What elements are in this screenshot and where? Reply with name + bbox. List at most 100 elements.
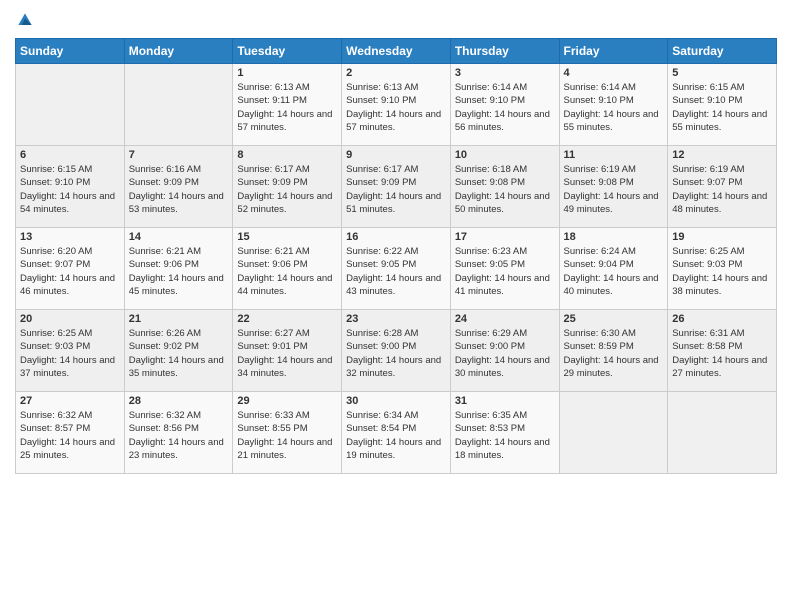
day-info: Sunrise: 6:25 AM Sunset: 9:03 PM Dayligh… [20, 327, 120, 380]
day-number: 12 [672, 149, 772, 161]
day-info: Sunrise: 6:15 AM Sunset: 9:10 PM Dayligh… [20, 163, 120, 216]
day-info: Sunrise: 6:16 AM Sunset: 9:09 PM Dayligh… [129, 163, 229, 216]
day-info: Sunrise: 6:18 AM Sunset: 9:08 PM Dayligh… [455, 163, 555, 216]
weekday-header-monday: Monday [124, 39, 233, 64]
day-number: 24 [455, 313, 555, 325]
day-info: Sunrise: 6:17 AM Sunset: 9:09 PM Dayligh… [346, 163, 446, 216]
calendar-cell: 31Sunrise: 6:35 AM Sunset: 8:53 PM Dayli… [450, 392, 559, 474]
calendar-cell: 24Sunrise: 6:29 AM Sunset: 9:00 PM Dayli… [450, 310, 559, 392]
calendar-cell: 21 Sunrise: 6:26 AM Sunset: 9:02 PM Dayli… [124, 310, 233, 392]
day-number: 7 [129, 149, 229, 161]
day-info: Sunrise: 6:24 AM Sunset: 9:04 PM Dayligh… [564, 245, 664, 298]
weekday-header-row: SundayMondayTuesdayWednesdayThursdayFrid… [16, 39, 777, 64]
day-info: Sunrise: 6:35 AM Sunset: 8:53 PM Dayligh… [455, 409, 555, 462]
day-info: Sunrise: 6:13 AM Sunset: 9:11 PM Dayligh… [237, 81, 337, 134]
calendar-cell: 13 Sunrise: 6:20 AM Sunset: 9:07 PM Dayli… [16, 228, 125, 310]
day-info: Sunrise: 6:19 AM Sunset: 9:08 PM Dayligh… [564, 163, 664, 216]
day-info: Sunrise: 6:17 AM Sunset: 9:09 PM Dayligh… [237, 163, 337, 216]
day-number: 27 [20, 395, 120, 407]
day-number: 21 [129, 313, 229, 325]
calendar-week-row: 27 Sunrise: 6:32 AM Sunset: 8:57 PM Dayli… [16, 392, 777, 474]
day-info: Sunrise: 6:20 AM Sunset: 9:07 PM Dayligh… [20, 245, 120, 298]
calendar-cell: 17Sunrise: 6:23 AM Sunset: 9:05 PM Dayli… [450, 228, 559, 310]
calendar-table: SundayMondayTuesdayWednesdayThursdayFrid… [15, 38, 777, 474]
weekday-header-friday: Friday [559, 39, 668, 64]
calendar-cell [124, 64, 233, 146]
day-info: Sunrise: 6:32 AM Sunset: 8:56 PM Dayligh… [129, 409, 229, 462]
calendar-cell: 2 Sunrise: 6:13 AM Sunset: 9:10 PM Daylig… [342, 64, 451, 146]
weekday-header-thursday: Thursday [450, 39, 559, 64]
day-number: 18 [564, 231, 664, 243]
calendar-body: 1 Sunrise: 6:13 AM Sunset: 9:11 PM Daylig… [16, 64, 777, 474]
calendar-header: SundayMondayTuesdayWednesdayThursdayFrid… [16, 39, 777, 64]
calendar-cell: 5 Sunrise: 6:15 AM Sunset: 9:10 PM Daylig… [668, 64, 777, 146]
day-number: 6 [20, 149, 120, 161]
calendar-cell: 23Sunrise: 6:28 AM Sunset: 9:00 PM Dayli… [342, 310, 451, 392]
header [15, 10, 777, 30]
day-number: 3 [455, 67, 555, 79]
calendar-week-row: 13 Sunrise: 6:20 AM Sunset: 9:07 PM Dayli… [16, 228, 777, 310]
calendar-cell: 14Sunrise: 6:21 AM Sunset: 9:06 PM Dayli… [124, 228, 233, 310]
day-number: 22 [237, 313, 337, 325]
day-info: Sunrise: 6:33 AM Sunset: 8:55 PM Dayligh… [237, 409, 337, 462]
calendar-cell: 6 Sunrise: 6:15 AM Sunset: 9:10 PM Daylig… [16, 146, 125, 228]
logo-icon [15, 10, 35, 30]
weekday-header-sunday: Sunday [16, 39, 125, 64]
day-number: 13 [20, 231, 120, 243]
day-info: Sunrise: 6:30 AM Sunset: 8:59 PM Dayligh… [564, 327, 664, 380]
day-number: 20 [20, 313, 120, 325]
day-info: Sunrise: 6:13 AM Sunset: 9:10 PM Dayligh… [346, 81, 446, 134]
calendar-cell: 20 Sunrise: 6:25 AM Sunset: 9:03 PM Dayli… [16, 310, 125, 392]
day-info: Sunrise: 6:25 AM Sunset: 9:03 PM Dayligh… [672, 245, 772, 298]
day-number: 17 [455, 231, 555, 243]
day-number: 26 [672, 313, 772, 325]
calendar-cell: 18 Sunrise: 6:24 AM Sunset: 9:04 PM Dayli… [559, 228, 668, 310]
day-number: 15 [237, 231, 337, 243]
day-info: Sunrise: 6:19 AM Sunset: 9:07 PM Dayligh… [672, 163, 772, 216]
day-info: Sunrise: 6:22 AM Sunset: 9:05 PM Dayligh… [346, 245, 446, 298]
day-info: Sunrise: 6:14 AM Sunset: 9:10 PM Dayligh… [564, 81, 664, 134]
day-number: 1 [237, 67, 337, 79]
calendar-cell: 11 Sunrise: 6:19 AM Sunset: 9:08 PM Dayli… [559, 146, 668, 228]
calendar-week-row: 20 Sunrise: 6:25 AM Sunset: 9:03 PM Dayli… [16, 310, 777, 392]
day-info: Sunrise: 6:14 AM Sunset: 9:10 PM Dayligh… [455, 81, 555, 134]
calendar-cell: 3 Sunrise: 6:14 AM Sunset: 9:10 PM Daylig… [450, 64, 559, 146]
calendar-cell: 15 Sunrise: 6:21 AM Sunset: 9:06 PM Dayli… [233, 228, 342, 310]
day-number: 2 [346, 67, 446, 79]
day-number: 28 [129, 395, 229, 407]
day-info: Sunrise: 6:32 AM Sunset: 8:57 PM Dayligh… [20, 409, 120, 462]
calendar-cell: 29Sunrise: 6:33 AM Sunset: 8:55 PM Dayli… [233, 392, 342, 474]
calendar-cell: 1 Sunrise: 6:13 AM Sunset: 9:11 PM Daylig… [233, 64, 342, 146]
day-number: 11 [564, 149, 664, 161]
calendar-cell: 26 Sunrise: 6:31 AM Sunset: 8:58 PM Dayli… [668, 310, 777, 392]
day-number: 4 [564, 67, 664, 79]
day-info: Sunrise: 6:15 AM Sunset: 9:10 PM Dayligh… [672, 81, 772, 134]
calendar-cell: 28 Sunrise: 6:32 AM Sunset: 8:56 PM Dayli… [124, 392, 233, 474]
calendar-cell: 22 Sunrise: 6:27 AM Sunset: 9:01 PM Dayli… [233, 310, 342, 392]
day-info: Sunrise: 6:21 AM Sunset: 9:06 PM Dayligh… [237, 245, 337, 298]
calendar-cell: 19Sunrise: 6:25 AM Sunset: 9:03 PM Dayli… [668, 228, 777, 310]
logo [15, 10, 39, 30]
day-info: Sunrise: 6:21 AM Sunset: 9:06 PM Dayligh… [129, 245, 229, 298]
day-info: Sunrise: 6:27 AM Sunset: 9:01 PM Dayligh… [237, 327, 337, 380]
calendar-cell [668, 392, 777, 474]
day-number: 5 [672, 67, 772, 79]
day-number: 30 [346, 395, 446, 407]
calendar-cell: 16 Sunrise: 6:22 AM Sunset: 9:05 PM Dayli… [342, 228, 451, 310]
day-info: Sunrise: 6:31 AM Sunset: 8:58 PM Dayligh… [672, 327, 772, 380]
day-info: Sunrise: 6:26 AM Sunset: 9:02 PM Dayligh… [129, 327, 229, 380]
calendar-cell: 27 Sunrise: 6:32 AM Sunset: 8:57 PM Dayli… [16, 392, 125, 474]
calendar-week-row: 1 Sunrise: 6:13 AM Sunset: 9:11 PM Daylig… [16, 64, 777, 146]
day-number: 16 [346, 231, 446, 243]
calendar-cell: 10 Sunrise: 6:18 AM Sunset: 9:08 PM Dayli… [450, 146, 559, 228]
calendar-cell: 9 Sunrise: 6:17 AM Sunset: 9:09 PM Daylig… [342, 146, 451, 228]
day-number: 9 [346, 149, 446, 161]
day-number: 10 [455, 149, 555, 161]
calendar-cell: 25Sunrise: 6:30 AM Sunset: 8:59 PM Dayli… [559, 310, 668, 392]
weekday-header-saturday: Saturday [668, 39, 777, 64]
calendar-cell [16, 64, 125, 146]
day-number: 23 [346, 313, 446, 325]
weekday-header-wednesday: Wednesday [342, 39, 451, 64]
day-number: 8 [237, 149, 337, 161]
calendar-cell: 7 Sunrise: 6:16 AM Sunset: 9:09 PM Daylig… [124, 146, 233, 228]
